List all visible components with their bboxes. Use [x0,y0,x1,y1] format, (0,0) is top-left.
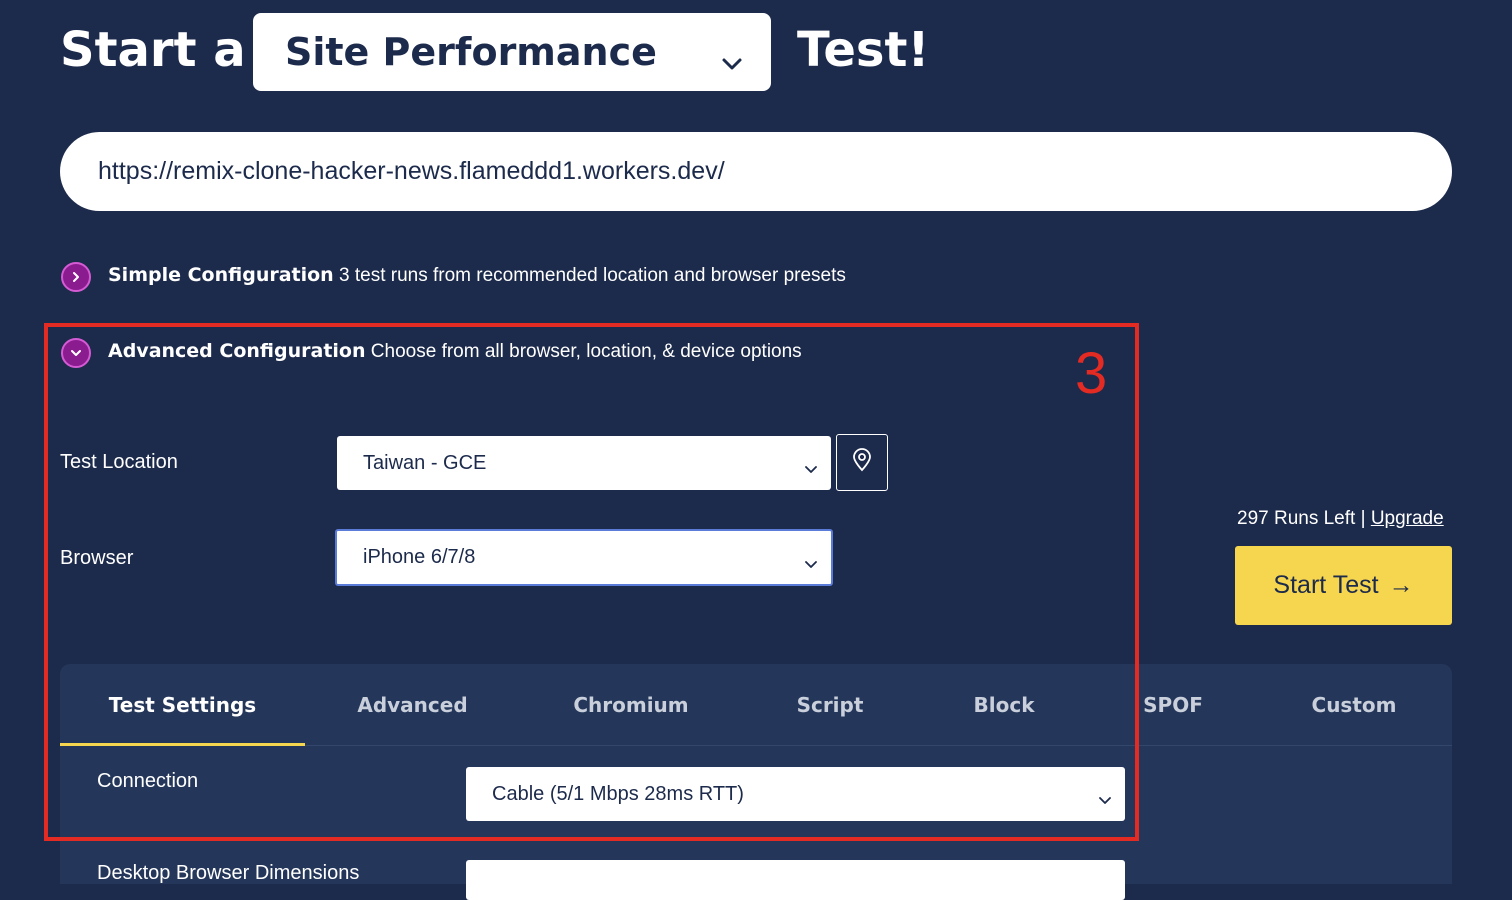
url-input[interactable]: https://remix-clone-hacker-news.flameddd… [60,132,1452,211]
runs-left-info: 297 Runs Left | Upgrade [1237,508,1444,530]
browser-value: iPhone 6/7/8 [363,546,476,568]
active-tab-indicator [60,743,305,746]
advanced-configuration-title: Advanced Configuration [108,340,366,362]
arrow-right-icon: → [1388,571,1414,599]
advanced-configuration-description: Choose from all browser, location, & dev… [370,341,802,362]
heading-prefix: Start a [60,22,246,78]
chevron-down-icon[interactable] [61,338,91,368]
connection-select[interactable]: Cable (5/1 Mbps 28ms RTT) [466,767,1125,821]
upgrade-link[interactable]: Upgrade [1371,508,1444,529]
test-location-select[interactable]: Taiwan - GCE [337,436,831,490]
test-type-select[interactable]: Site Performance [253,13,771,91]
map-pin-button[interactable] [836,434,888,491]
browser-label: Browser [60,547,134,569]
start-test-label: Start Test [1273,571,1379,599]
simple-configuration-description: 3 test runs from recommended location an… [339,265,846,286]
chevron-down-icon [805,553,817,576]
map-pin-icon [852,448,872,477]
tab-spof[interactable]: SPOF [1090,664,1256,746]
heading-suffix: Test! [797,22,930,78]
chevron-right-icon[interactable] [61,262,91,292]
advanced-configuration-toggle[interactable]: Advanced Configuration Choose from all b… [108,340,802,363]
browser-select[interactable]: iPhone 6/7/8 [335,529,833,586]
test-location-label: Test Location [60,451,178,473]
tab-custom[interactable]: Custom [1256,664,1452,746]
chevron-down-icon [721,40,743,84]
test-type-value: Site Performance [285,30,657,74]
connection-label: Connection [97,770,199,792]
annotation-label: 3 [1075,341,1108,406]
tab-script[interactable]: Script [742,664,918,746]
simple-configuration-title: Simple Configuration [108,264,334,286]
tab-chromium[interactable]: Chromium [520,664,742,746]
simple-configuration-toggle[interactable]: Simple Configuration 3 test runs from re… [108,264,846,287]
runs-left-text: 297 Runs Left [1237,508,1356,529]
chevron-down-icon [1099,789,1111,812]
start-test-button[interactable]: Start Test → [1235,546,1452,625]
desktop-dimensions-label: Desktop Browser Dimensions [97,862,360,884]
test-location-value: Taiwan - GCE [363,451,487,474]
url-input-value: https://remix-clone-hacker-news.flameddd… [98,157,725,185]
desktop-dimensions-select[interactable] [466,860,1125,900]
runs-separator: | [1360,508,1366,529]
tab-advanced[interactable]: Advanced [305,664,520,746]
tab-test-settings[interactable]: Test Settings [60,664,305,746]
chevron-down-icon [805,458,817,481]
tab-block[interactable]: Block [918,664,1090,746]
connection-value: Cable (5/1 Mbps 28ms RTT) [492,782,744,805]
